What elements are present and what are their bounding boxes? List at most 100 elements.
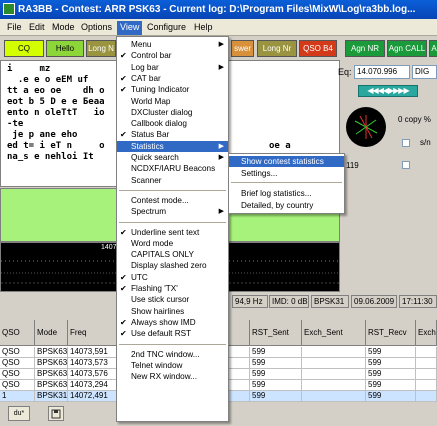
column-header[interactable]: Mode xyxy=(35,320,68,346)
column-header[interactable]: QSO xyxy=(0,320,35,346)
log-cell[interactable]: QSO xyxy=(0,358,35,369)
view-menu-item[interactable]: ✔ Use default RST xyxy=(117,328,228,339)
qso-b4-button[interactable]: QSO B4 xyxy=(299,40,337,57)
menu-item-label: Contest mode... xyxy=(131,195,189,205)
column-header[interactable]: Exch xyxy=(416,320,437,346)
menu-mode[interactable]: Mode xyxy=(49,21,78,35)
view-menu-item[interactable]: Word mode xyxy=(117,238,228,249)
log-cell[interactable]: QSO xyxy=(0,347,35,358)
log-cell[interactable] xyxy=(416,347,437,358)
long-nr-button[interactable]: Long Nr xyxy=(257,40,297,57)
log-cell[interactable]: 599 xyxy=(366,391,416,402)
column-header[interactable]: Exch_Sent xyxy=(302,320,366,346)
column-header[interactable]: RST_Recv xyxy=(366,320,416,346)
statistics-menu-item[interactable]: Show contest statistics xyxy=(229,156,344,167)
frequency-field[interactable]: 14.070.996 xyxy=(354,65,410,79)
view-menu-item[interactable]: ✔ Always show IMD xyxy=(117,317,228,328)
view-menu-item[interactable]: NCDXF/IARU Beacons xyxy=(117,163,228,174)
cq-button[interactable]: CQ xyxy=(4,40,44,57)
log-tool-button[interactable]: du* xyxy=(8,406,30,421)
menu-edit[interactable]: Edit xyxy=(26,21,48,35)
view-menu-item[interactable]: World Map xyxy=(117,96,228,107)
log-cell[interactable]: 599 xyxy=(250,369,302,380)
log-cell[interactable]: BPSK63 xyxy=(35,358,68,369)
log-cell[interactable]: 599 xyxy=(250,347,302,358)
log-cell[interactable] xyxy=(302,347,366,358)
statistics-menu-item[interactable]: Brief log statistics... xyxy=(229,188,344,199)
view-menu-item[interactable]: ✔ CAT bar xyxy=(117,73,228,84)
view-menu-item[interactable]: ✔ UTC xyxy=(117,272,228,283)
agn-extra-button[interactable]: A xyxy=(429,40,437,57)
log-cell[interactable] xyxy=(416,358,437,369)
view-menu-item[interactable]: Use stick cursor xyxy=(117,294,228,305)
log-cell[interactable] xyxy=(302,380,366,391)
log-cell[interactable]: 599 xyxy=(366,358,416,369)
log-cell[interactable]: 1 xyxy=(0,391,35,402)
statistics-menu-item[interactable]: Settings... xyxy=(229,168,344,179)
menu-item-label: Tuning Indicator xyxy=(131,85,190,95)
tuning-arrows[interactable]: ◀◀◀◀▶▶▶▶ xyxy=(358,85,418,97)
menu-view[interactable]: View xyxy=(117,21,143,35)
log-cell[interactable] xyxy=(416,380,437,391)
view-menu-item[interactable]: CAPITALS ONLY xyxy=(117,249,228,260)
menu-options[interactable]: Options xyxy=(78,21,115,35)
copy-percent: 0 copy % xyxy=(398,115,431,124)
log-cell[interactable]: 599 xyxy=(366,369,416,380)
log-cell[interactable]: QSO xyxy=(0,380,35,391)
log-cell[interactable]: 599 xyxy=(250,380,302,391)
agn-nr-button[interactable]: Agn NR xyxy=(345,40,385,57)
log-cell[interactable]: 599 xyxy=(366,347,416,358)
statistics-menu-item[interactable]: Detailed, by country xyxy=(229,200,344,211)
menu-help[interactable]: Help xyxy=(191,21,216,35)
view-menu-item[interactable]: 2nd TNC window... xyxy=(117,349,228,360)
view-menu-item[interactable]: Telnet window xyxy=(117,360,228,371)
view-menu-item[interactable]: Statistics ▶ xyxy=(117,140,228,152)
view-menu-item[interactable]: Spectrum ▶ xyxy=(117,206,228,217)
menu-item-label: DXCluster dialog xyxy=(131,107,193,117)
log-cell[interactable]: BPSK63 xyxy=(35,369,68,380)
hello-button[interactable]: Hello xyxy=(46,40,84,57)
view-menu-item[interactable]: DXCluster dialog xyxy=(117,107,228,118)
check-icon: ✔ xyxy=(120,85,127,95)
menu-file[interactable]: File xyxy=(4,21,25,35)
menu-bar: File Edit Mode Options View Configure He… xyxy=(0,19,437,36)
menu-configure[interactable]: Configure xyxy=(144,21,189,35)
view-menu-item[interactable]: ✔ Control bar xyxy=(117,50,228,61)
log-cell[interactable] xyxy=(302,391,366,402)
answer-button[interactable]: swer xyxy=(231,40,254,57)
log-cell[interactable]: QSO xyxy=(0,369,35,380)
view-menu-item[interactable]: Contest mode... xyxy=(117,195,228,206)
view-menu-item[interactable]: ✔ Underline sent text xyxy=(117,227,228,238)
mode-select[interactable]: DIG xyxy=(412,65,437,79)
view-menu-item[interactable]: Log bar ▶ xyxy=(117,62,228,73)
log-cell[interactable] xyxy=(302,358,366,369)
view-menu-item[interactable]: New RX window... xyxy=(117,371,228,382)
view-menu-item[interactable]: ✔ Tuning Indicator xyxy=(117,84,228,95)
column-header[interactable]: RST_Sent xyxy=(250,320,302,346)
log-cell[interactable] xyxy=(416,369,437,380)
log-cell[interactable] xyxy=(416,391,437,402)
view-menu-item[interactable]: Callbook dialog xyxy=(117,118,228,129)
log-cell[interactable]: BPSK31 xyxy=(35,391,68,402)
view-menu-item[interactable]: Show hairlines xyxy=(117,306,228,317)
long-n-button[interactable]: Long N xyxy=(86,40,116,57)
option-checkbox[interactable] xyxy=(402,161,410,169)
view-menu-item[interactable]: Quick search ▶ xyxy=(117,152,228,163)
status-time: 17:11:30 xyxy=(399,295,437,308)
rx-fragment: oe a xyxy=(269,141,291,151)
log-save-button[interactable] xyxy=(48,406,64,421)
view-menu-item[interactable]: ✔ Status Bar xyxy=(117,129,228,140)
check-icon: ✔ xyxy=(120,73,127,83)
agn-call-button[interactable]: Agn CALL xyxy=(387,40,427,57)
log-cell[interactable]: 599 xyxy=(366,380,416,391)
log-cell[interactable]: 599 xyxy=(250,358,302,369)
log-cell[interactable] xyxy=(302,369,366,380)
sn-checkbox[interactable] xyxy=(402,139,410,147)
log-cell[interactable]: BPSK63 xyxy=(35,347,68,358)
log-cell[interactable]: 599 xyxy=(250,391,302,402)
view-menu-item[interactable]: Menu ▶ xyxy=(117,39,228,50)
view-menu-item[interactable]: Scanner xyxy=(117,175,228,186)
log-cell[interactable]: BPSK63 xyxy=(35,380,68,391)
view-menu-item[interactable]: Display slashed zero xyxy=(117,260,228,271)
view-menu-item[interactable]: ✔ Flashing 'TX' xyxy=(117,283,228,294)
